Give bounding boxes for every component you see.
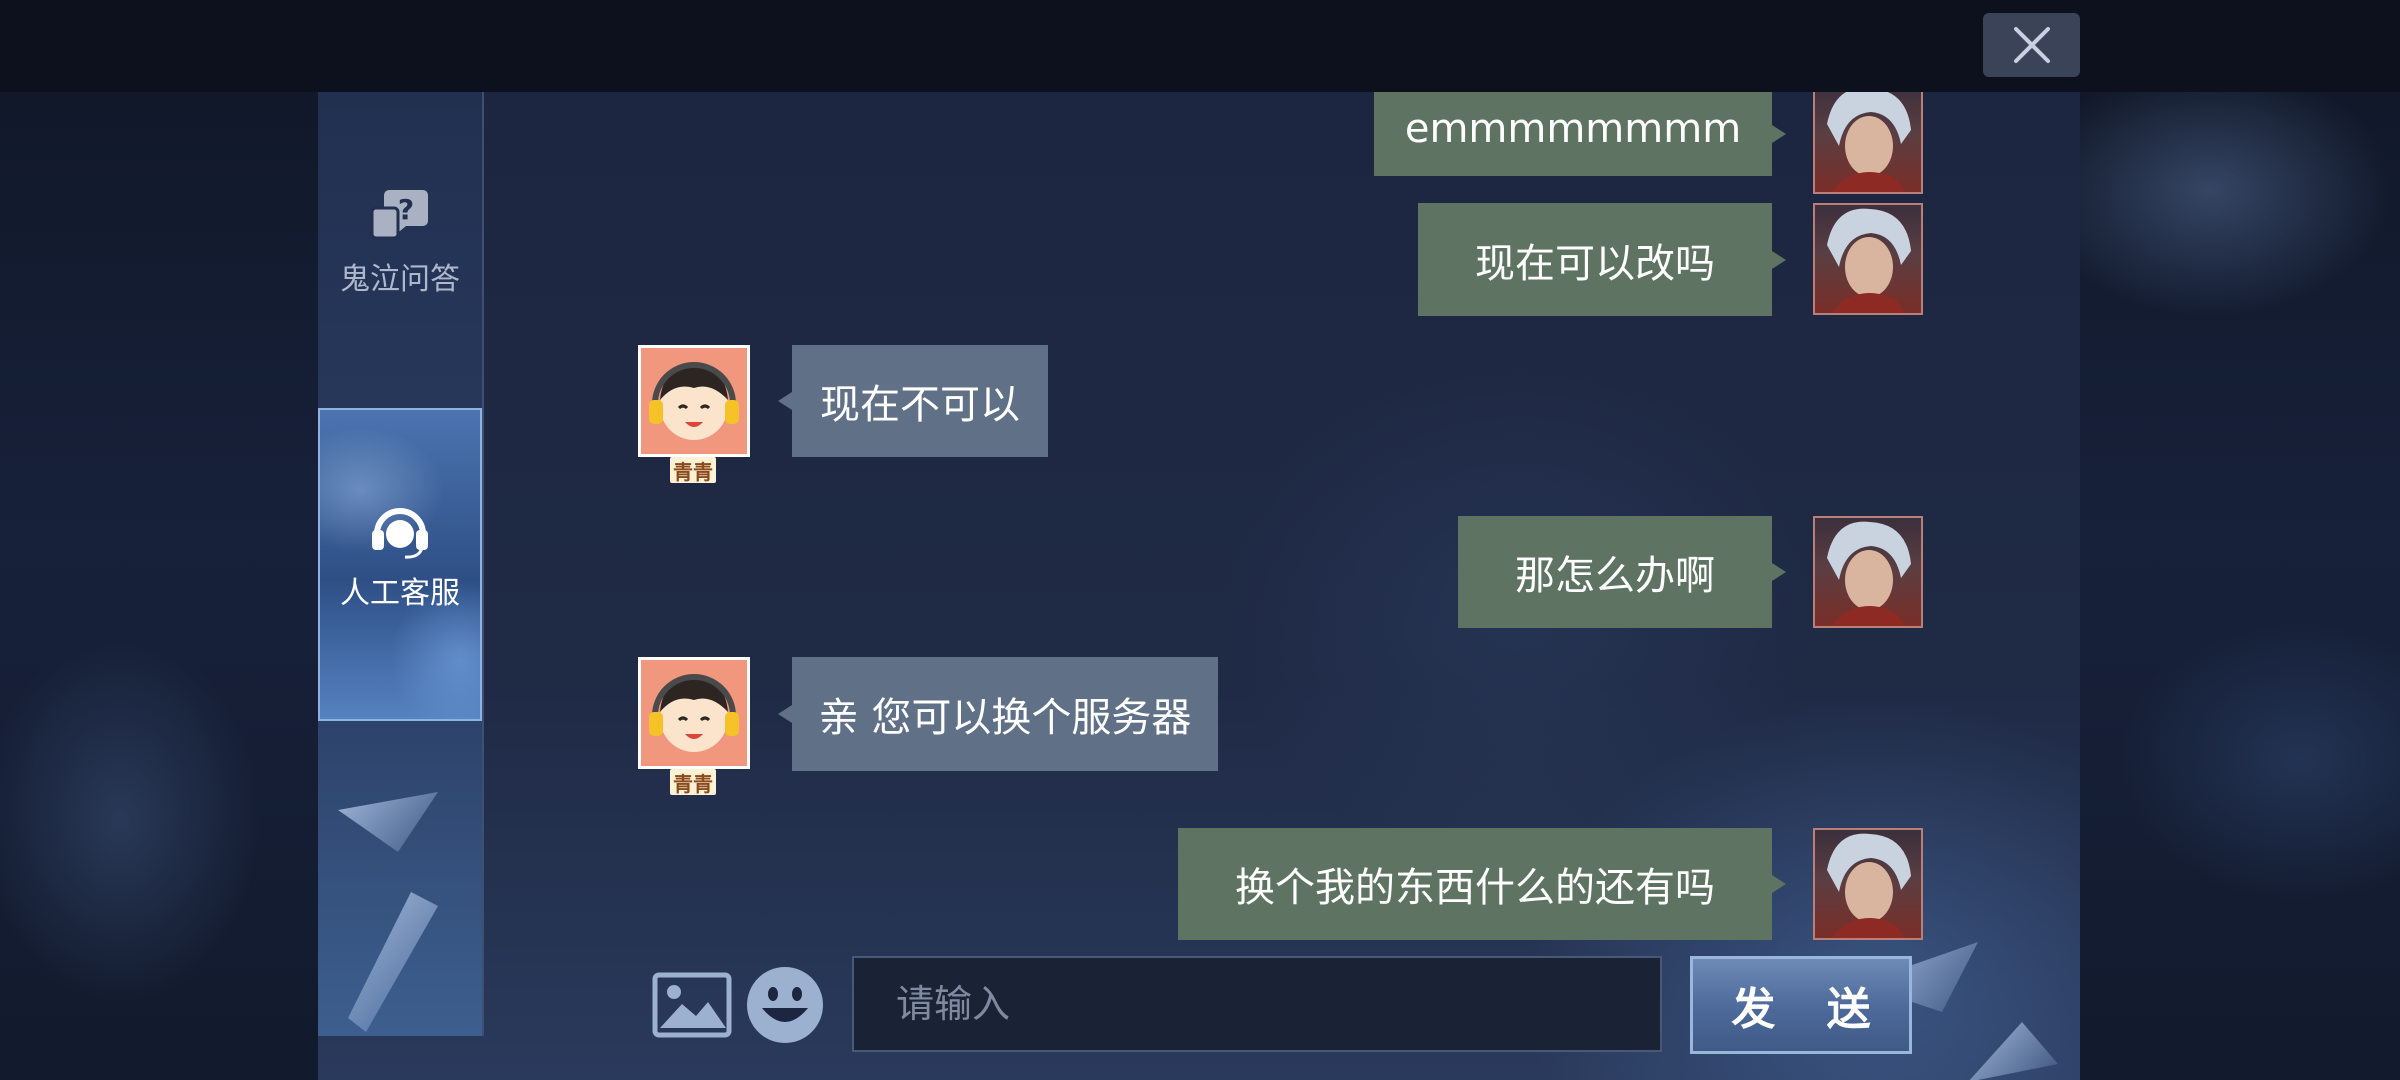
agent-headset-girl-icon [649, 362, 739, 440]
agent-message-bubble: 现在不可以 [778, 345, 1048, 457]
decoration-shard [338, 792, 438, 852]
message-text: 换个我的东西什么的还有吗 [1235, 865, 1715, 911]
message-text: 现在不可以 [820, 382, 1020, 428]
sidebar: ? 鬼泣问答 人工客服 [318, 92, 484, 1036]
close-icon [2013, 27, 2050, 63]
emoji-icon [747, 967, 823, 1043]
agent-name-tag: 青青 [670, 769, 716, 796]
top-bar [0, 0, 2400, 92]
sidebar-item-qa[interactable]: ? 鬼泣问答 [318, 188, 482, 328]
user-avatar[interactable] [1813, 203, 1923, 315]
sidebar-item-label: 鬼泣问答 [340, 262, 460, 297]
user-avatar[interactable] [1813, 828, 1923, 940]
message-text: 亲 您可以换个服务器 [818, 695, 1192, 741]
user-message-bubble: 现在可以改吗 [1418, 203, 1786, 316]
emoji-button[interactable] [744, 964, 826, 1046]
agent-avatar[interactable] [638, 657, 750, 769]
send-button[interactable]: 发 送 [1690, 956, 1912, 1054]
headset-icon [372, 508, 428, 559]
user-portrait-icon [1827, 208, 1911, 313]
user-message-bubble: emmmmmmmm [1374, 92, 1786, 176]
user-portrait-icon [1827, 92, 1911, 192]
decoration-shard [348, 892, 438, 1032]
decoration-shard [1968, 1022, 2058, 1080]
image-icon [652, 972, 732, 1038]
agent-avatar[interactable] [638, 345, 750, 457]
user-message-bubble: 换个我的东西什么的还有吗 [1178, 828, 1786, 940]
agent-headset-girl-icon [649, 674, 739, 752]
user-portrait-icon [1827, 521, 1911, 626]
sidebar-item-customer-service[interactable]: 人工客服 [318, 408, 482, 721]
user-avatar[interactable] [1813, 92, 1923, 194]
chat-panel: ? 鬼泣问答 人工客服 emmmmmmmm 现在可以改吗 青青 现在不可以 那怎… [318, 92, 2080, 1080]
image-button[interactable] [652, 972, 732, 1038]
message-text: 那怎么办啊 [1515, 553, 1715, 599]
message-input[interactable] [852, 956, 1662, 1052]
agent-message-bubble: 亲 您可以换个服务器 [778, 657, 1218, 771]
background: ? 鬼泣问答 人工客服 emmmmmmmm 现在可以改吗 青青 现在不可以 那怎… [0, 0, 2400, 1080]
sidebar-item-label: 人工客服 [340, 576, 460, 611]
svg-text:?: ? [398, 193, 414, 226]
close-button[interactable] [1983, 13, 2080, 77]
user-portrait-icon [1827, 833, 1911, 938]
message-text: emmmmmmmm [1404, 106, 1742, 152]
agent-name-tag: 青青 [670, 457, 716, 484]
send-button-label: 发 送 [1731, 984, 1889, 1035]
user-avatar[interactable] [1813, 516, 1923, 628]
question-chat-icon: ? [370, 190, 428, 240]
user-message-bubble: 那怎么办啊 [1458, 516, 1786, 628]
message-text: 现在可以改吗 [1475, 240, 1715, 287]
